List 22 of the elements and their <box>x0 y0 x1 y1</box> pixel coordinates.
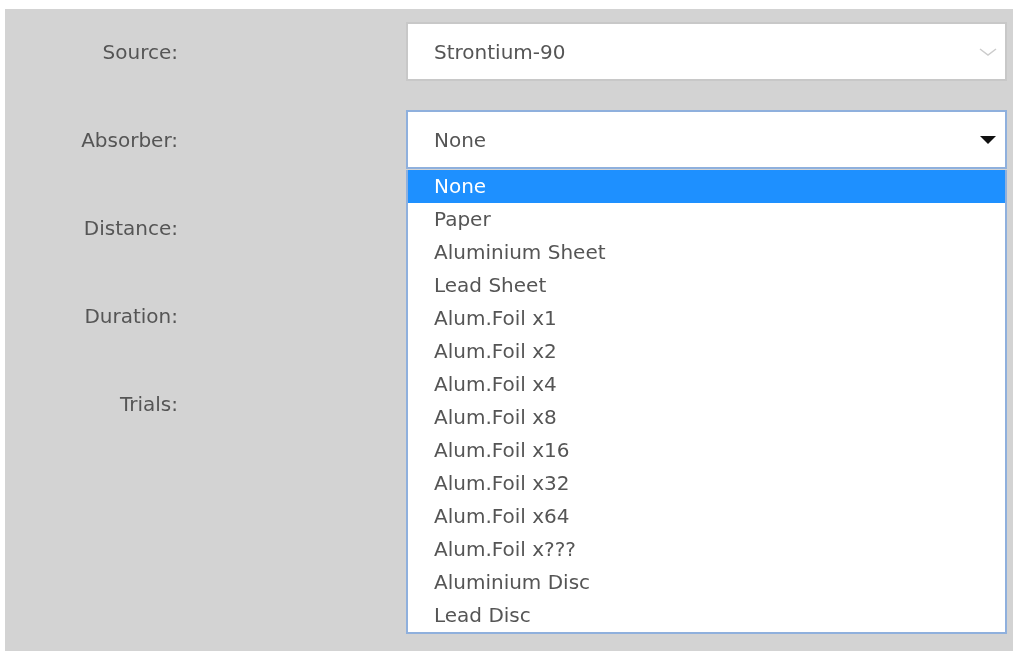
field-label: Trials: <box>118 390 178 418</box>
dropdown-select[interactable]: None <box>406 110 1007 169</box>
dropdown-select[interactable]: Strontium-90 <box>406 22 1007 81</box>
field-label: Absorber: <box>80 126 178 154</box>
dropdown-option[interactable]: Alum.Foil x32 <box>408 467 1005 500</box>
dropdown-option[interactable]: Lead Sheet <box>408 269 1005 302</box>
dropdown-option[interactable]: Alum.Foil x64 <box>408 500 1005 533</box>
dropdown-option[interactable]: Aluminium Disc <box>408 566 1005 599</box>
dropdown-option[interactable]: Alum.Foil x4 <box>408 368 1005 401</box>
dropdown-option[interactable]: Alum.Foil x??? <box>408 533 1005 566</box>
field-label: Duration: <box>83 302 178 330</box>
dropdown-option[interactable]: Paper <box>408 203 1005 236</box>
caret-icon <box>979 134 997 145</box>
dropdown-option[interactable]: Lead Disc <box>408 599 1005 632</box>
dropdown-option[interactable]: Alum.Foil x1 <box>408 302 1005 335</box>
field-label: Distance: <box>82 214 178 242</box>
dropdown-option[interactable]: Alum.Foil x8 <box>408 401 1005 434</box>
dropdown-option[interactable]: Alum.Foil x16 <box>408 434 1005 467</box>
chevron-down-icon <box>979 46 997 57</box>
dropdown-option[interactable]: Aluminium Sheet <box>408 236 1005 269</box>
dropdown-option[interactable]: Alum.Foil x2 <box>408 335 1005 368</box>
field-label: Source: <box>101 38 178 66</box>
